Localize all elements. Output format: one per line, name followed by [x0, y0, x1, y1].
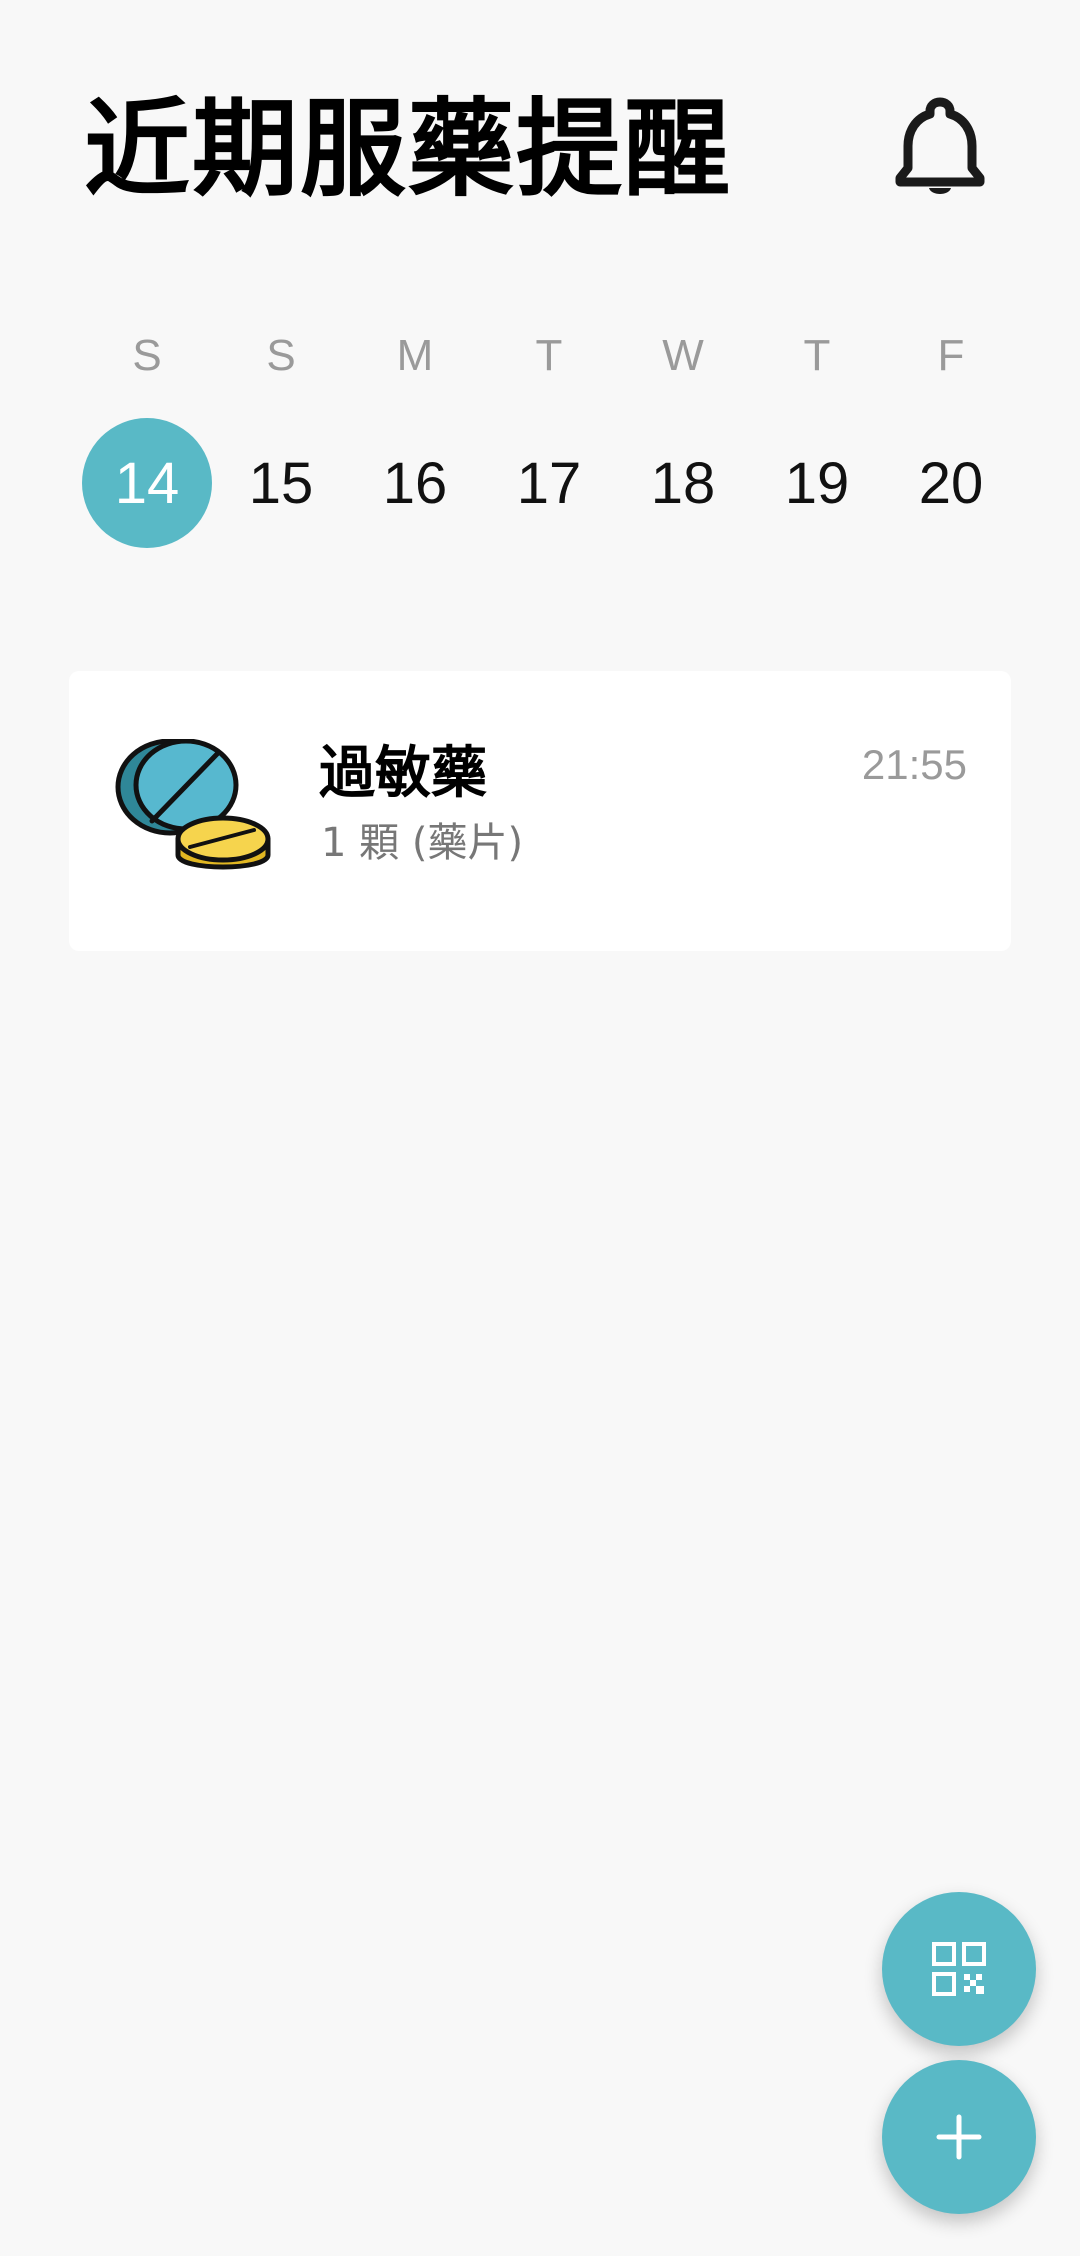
weekday-label: T	[803, 331, 831, 380]
date-item[interactable]: 17	[484, 418, 614, 548]
date-row: 14 15 16 17 18 19 20	[82, 418, 1016, 548]
weekday-label: S	[132, 331, 162, 380]
medication-name: 過敏藥	[319, 741, 487, 806]
page-title: 近期服藥提醒	[84, 88, 732, 211]
reminder-card[interactable]: 過敏藥 1 顆 (藥片) 21:55	[69, 671, 1011, 951]
weekday-label: S	[266, 331, 296, 380]
scan-qr-button[interactable]	[882, 1892, 1036, 2046]
pills-icon	[114, 739, 276, 885]
date-item[interactable]: 19	[752, 418, 882, 548]
date-selected[interactable]: 14	[82, 418, 212, 548]
date-item[interactable]: 20	[886, 418, 1016, 548]
weekday-label: W	[662, 331, 704, 380]
date-item[interactable]: 18	[618, 418, 748, 548]
qr-code-icon	[932, 1942, 986, 1996]
plus-icon	[936, 2114, 982, 2160]
reminder-time: 21:55	[861, 741, 967, 788]
bell-icon[interactable]	[893, 96, 987, 200]
weekday-label: M	[396, 331, 434, 380]
weekday-label: T	[535, 331, 563, 380]
weekday-label: F	[937, 331, 965, 380]
date-item[interactable]: 15	[216, 418, 346, 548]
weekday-row: S S M T W T F	[82, 326, 1016, 386]
medication-dose: 1 顆 (藥片)	[321, 820, 524, 866]
add-reminder-button[interactable]	[882, 2060, 1036, 2214]
date-item[interactable]: 16	[350, 418, 480, 548]
